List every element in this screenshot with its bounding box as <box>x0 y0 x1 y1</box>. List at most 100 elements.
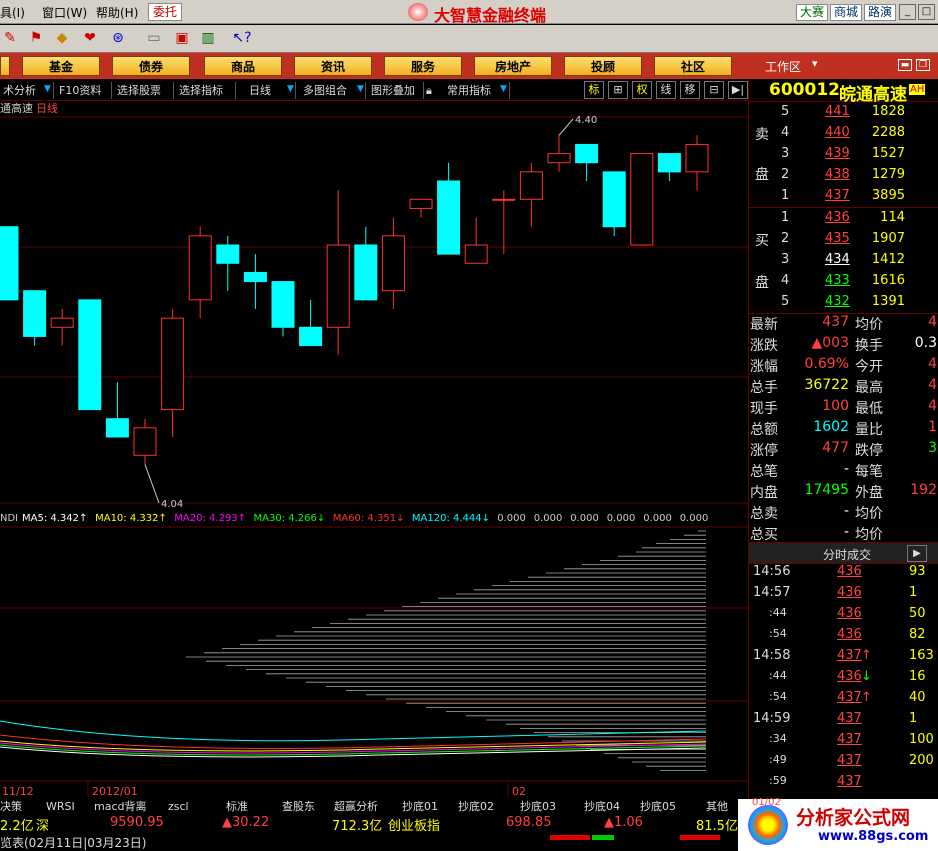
flag-icon[interactable]: ⚑ <box>26 28 46 48</box>
nav-community[interactable]: 社区 <box>654 56 732 76</box>
candle-body[interactable] <box>409 198 433 209</box>
maximize-button[interactable]: □ <box>918 4 935 20</box>
buy-level-row[interactable]: 4 433 1616 <box>749 273 938 294</box>
indicator-tab[interactable]: 其他 <box>706 799 728 814</box>
quote-label: 跌停 <box>855 443 883 459</box>
candle-body[interactable] <box>326 244 350 328</box>
candle-body[interactable] <box>188 235 212 301</box>
ticks-next-button[interactable]: ▶ <box>907 545 927 562</box>
nav-commodity[interactable]: 商品 <box>204 56 282 76</box>
link-icon[interactable]: ⊛ <box>108 28 128 48</box>
indicator-tab[interactable]: 抄底01 <box>402 799 438 814</box>
books-icon[interactable]: ▥ <box>198 28 218 48</box>
candle-body[interactable] <box>437 180 461 255</box>
period-dropdown-icon[interactable]: ▼ <box>287 84 294 94</box>
toggle-rights[interactable]: 权 <box>632 81 652 99</box>
menu-help[interactable]: 帮助(H) <box>96 4 138 21</box>
toggle-mark[interactable]: 标 <box>584 81 604 99</box>
candle-body[interactable] <box>216 244 240 264</box>
diamond-icon[interactable]: ◆ <box>52 28 72 48</box>
indicator-tab[interactable]: macd背离 <box>94 799 147 814</box>
buy-level-row[interactable]: 2 435 1907 <box>749 231 938 252</box>
candle-body[interactable] <box>630 153 654 246</box>
toggle-line[interactable]: 线 <box>656 81 676 99</box>
nav-advisor[interactable]: 投顾 <box>564 56 642 76</box>
nav-bond[interactable]: 债券 <box>112 56 190 76</box>
workspace-dropdown-icon[interactable]: ▾ <box>812 57 818 70</box>
dasai-button[interactable]: 大赛 <box>796 4 828 21</box>
candle-body[interactable] <box>547 153 571 164</box>
toggle-window-icon[interactable]: ⊟ <box>704 81 724 99</box>
nav-service[interactable]: 服务 <box>384 56 462 76</box>
indicator-tab[interactable]: zscl <box>168 799 189 814</box>
sell-level-row[interactable]: 1 437 3895 <box>749 188 938 209</box>
overlay-button[interactable]: 图形叠加 <box>368 82 424 99</box>
tile-icon[interactable]: ❐ <box>916 59 930 71</box>
nav-realestate[interactable]: 房地产 <box>474 56 552 76</box>
indicator-dropdown-icon[interactable]: ▼ <box>500 84 507 94</box>
indicator-tab[interactable]: 抄底05 <box>640 799 676 814</box>
candle-body[interactable] <box>299 326 323 347</box>
indicator-tab[interactable]: 抄底03 <box>520 799 556 814</box>
candle-body[interactable] <box>575 143 599 164</box>
candle-body[interactable] <box>602 171 626 228</box>
ma-value: MA20: 4.293↑ <box>174 513 246 524</box>
select-stock-button[interactable]: 选择股票 <box>114 82 174 99</box>
pen-icon[interactable]: ✎ <box>0 28 20 48</box>
indicator-tab[interactable]: 超赢分析 <box>334 799 378 814</box>
nav-left-partial[interactable] <box>0 56 10 76</box>
candle-body[interactable] <box>685 143 709 173</box>
shangcheng-button[interactable]: 商城 <box>830 4 862 21</box>
indicator-tab[interactable]: WRSI <box>46 799 75 814</box>
lock-icon[interactable]: 🔒︎ <box>426 84 432 98</box>
luyan-button[interactable]: 路演 <box>864 4 896 21</box>
candle-body[interactable] <box>519 171 543 200</box>
sell-level-row[interactable]: 3 439 1527 <box>749 146 938 167</box>
candle-body[interactable] <box>23 290 47 337</box>
sell-level-row[interactable]: 2 438 1279 <box>749 167 938 188</box>
select-indicator-button[interactable]: 选择指标 <box>176 82 236 99</box>
menu-tools[interactable]: 具(I) <box>0 4 25 21</box>
play-icon[interactable]: ▶| <box>728 81 748 99</box>
candle-body[interactable] <box>271 281 295 328</box>
candle-body[interactable] <box>78 299 102 411</box>
indicator-tab[interactable]: 查股东 <box>282 799 315 814</box>
kline-chart[interactable]: 通高速 日线 NDI MA5: 4.342↑ MA10: 4.332↑ MA20: … <box>0 101 748 798</box>
candle-body[interactable] <box>161 317 185 411</box>
buy-level-row[interactable]: 1 436 114 <box>749 210 938 231</box>
indicator-tab[interactable]: 抄底04 <box>584 799 620 814</box>
dropdown-icon[interactable]: ▼ <box>44 84 51 94</box>
candle-body[interactable] <box>464 244 488 264</box>
candle-body[interactable] <box>133 427 157 456</box>
candle-body[interactable] <box>354 244 378 301</box>
menu-window[interactable]: 窗口(W) <box>42 4 87 21</box>
nav-news[interactable]: 资讯 <box>294 56 372 76</box>
help-pointer-icon[interactable]: ↖? <box>232 28 252 48</box>
minimize-button[interactable]: _ <box>899 4 916 20</box>
candle-body[interactable] <box>243 271 267 283</box>
workspace-label[interactable]: 工作区 <box>765 58 801 75</box>
restore-icon[interactable]: ▬ <box>898 59 912 71</box>
heart-icon[interactable]: ❤ <box>80 28 100 48</box>
sell-level-row[interactable]: 5 441 1828 <box>749 104 938 125</box>
indicator-tab[interactable]: 决策 <box>0 799 22 814</box>
weituo-button[interactable]: 委托 <box>148 3 182 21</box>
f10-button[interactable]: F10资料 <box>56 82 112 99</box>
toggle-grid[interactable]: ⊞ <box>608 81 628 99</box>
candle-body[interactable] <box>105 418 129 438</box>
multi-chart-dropdown-icon[interactable]: ▼ <box>357 84 364 94</box>
buy-level-row[interactable]: 3 434 1412 <box>749 252 938 273</box>
indicator-tab[interactable]: 标准 <box>226 799 248 814</box>
candle-body[interactable] <box>381 235 405 292</box>
indicator-tab[interactable]: 抄底02 <box>458 799 494 814</box>
candle-body[interactable] <box>0 226 19 301</box>
window-icon[interactable]: ▣ <box>172 28 192 48</box>
buy-level-row[interactable]: 5 432 1391 <box>749 294 938 315</box>
candle-body[interactable] <box>657 153 681 173</box>
candle-body[interactable] <box>492 198 516 201</box>
toggle-move[interactable]: 移 <box>680 81 700 99</box>
nav-fund[interactable]: 基金 <box>22 56 100 76</box>
candle-body[interactable] <box>50 317 74 328</box>
folder-icon[interactable]: ▭ <box>144 28 164 48</box>
sell-level-row[interactable]: 4 440 2288 <box>749 125 938 146</box>
